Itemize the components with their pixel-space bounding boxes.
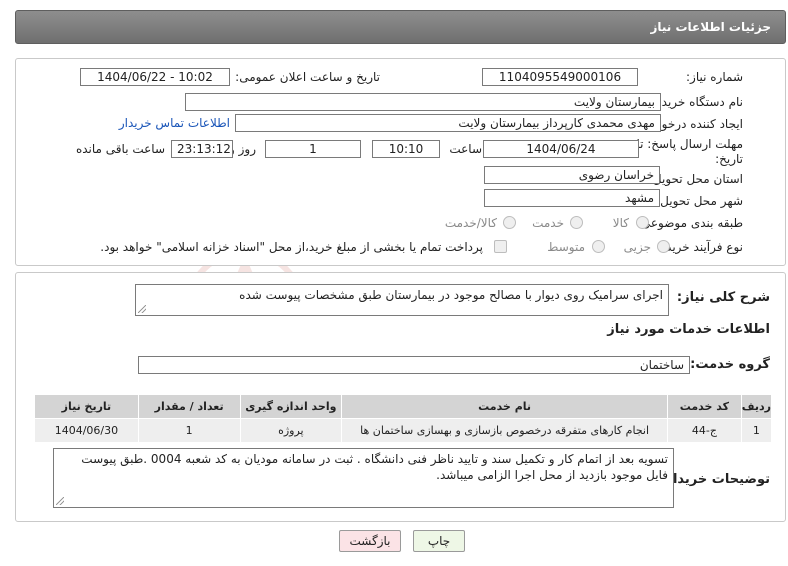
remaining-time-field: 23:13:12 xyxy=(171,140,233,158)
col-header-service-name: نام خدمت xyxy=(341,394,668,419)
page-header: جزئیات اطلاعات نیاز xyxy=(15,10,786,44)
need-summary-label: شرح کلی نیاز: xyxy=(676,290,770,305)
buyer-org-field: بیمارستان ولایت xyxy=(185,93,661,111)
deadline-date-field: 1404/06/24 xyxy=(483,140,639,158)
service-group-field: ساختمان xyxy=(138,356,690,374)
remaining-days-label: روز و xyxy=(229,142,256,156)
category-label: طبقه بندی موضوعی: xyxy=(636,216,743,230)
col-header-row-number: ردیف xyxy=(740,394,773,419)
category-radio-service[interactable] xyxy=(570,216,583,229)
process-option-medium: متوسط xyxy=(547,240,585,254)
treasury-payment-checkbox[interactable] xyxy=(494,240,507,253)
col-header-quantity: تعداد / مقدار xyxy=(137,394,241,419)
creator-field: مهدی محمدی کارپرداز بیمارستان ولایت xyxy=(235,114,661,132)
service-group-label: گروه خدمت: xyxy=(690,357,770,372)
col-header-need-date: تاریخ نیاز xyxy=(34,394,139,419)
need-info-panel xyxy=(15,58,786,266)
process-radio-medium[interactable] xyxy=(592,240,605,253)
table-header-row: ردیف کد خدمت نام خدمت واحد اندازه گیری ت… xyxy=(34,394,773,419)
deadline-label: مهلت ارسال پاسخ: تا xyxy=(636,137,743,151)
cell-service-name: انجام کارهای متفرقه درخصوص بازسازی و بهس… xyxy=(341,418,668,443)
cell-need-date: 1404/06/30 xyxy=(34,418,139,443)
need-summary-textarea[interactable]: اجرای سرامیک روی دیوار با مصالح موجود در… xyxy=(135,284,669,316)
page-title: جزئیات اطلاعات نیاز xyxy=(650,20,771,34)
services-section-title: اطلاعات خدمات مورد نیاز xyxy=(607,322,770,337)
category-radio-goods[interactable] xyxy=(636,216,649,229)
treasury-payment-note: پرداخت تمام یا بخشی از مبلغ خرید،از محل … xyxy=(100,240,483,254)
category-option-goods: کالا xyxy=(612,216,629,230)
buyer-notes-textarea[interactable]: تسویه بعد از اتمام کار و تکمیل سند و تای… xyxy=(53,448,674,508)
city-label: شهر محل تحویل: xyxy=(656,194,743,208)
need-number-field: 1104095549000106 xyxy=(482,68,638,86)
buyer-org-label: نام دستگاه خریدار: xyxy=(648,95,744,109)
cell-unit: پروژه xyxy=(239,418,343,443)
col-header-unit: واحد اندازه گیری xyxy=(239,394,343,419)
table-row: 1 ج-44 انجام کارهای متفرقه درخصوص بازساز… xyxy=(34,418,773,443)
cell-service-code: ج-44 xyxy=(666,418,742,443)
deadline-date-label: تاریخ: xyxy=(715,152,743,166)
col-header-service-code: کد خدمت xyxy=(666,394,742,419)
province-field: خراسان رضوی xyxy=(484,166,660,184)
process-type-label: نوع فرآیند خرید : xyxy=(658,240,743,254)
category-radio-goods-service[interactable] xyxy=(503,216,516,229)
need-summary-text: اجرای سرامیک روی دیوار با مصالح موجود در… xyxy=(239,288,663,302)
city-field: مشهد xyxy=(484,189,660,207)
resize-grip-icon[interactable] xyxy=(138,305,146,313)
cell-row-number: 1 xyxy=(740,418,773,443)
buyer-notes-label: توضیحات خریدار: xyxy=(660,472,770,487)
process-radio-minor[interactable] xyxy=(657,240,670,253)
process-option-minor: جزیی xyxy=(623,240,651,254)
cell-quantity: 1 xyxy=(137,418,241,443)
category-option-service: خدمت xyxy=(532,216,564,230)
province-label: استان محل تحویل: xyxy=(648,172,743,186)
remaining-time-label: ساعت باقی مانده xyxy=(75,142,165,156)
buyer-contact-link[interactable]: اطلاعات تماس خریدار xyxy=(119,116,230,130)
category-option-goods-service: کالا/خدمت xyxy=(444,216,497,230)
announce-datetime-label: تاریخ و ساعت اعلان عمومی: xyxy=(235,70,380,84)
buyer-notes-text: تسویه بعد از اتمام کار و تکمیل سند و تای… xyxy=(81,452,668,482)
announce-datetime-field: 1404/06/22 - 10:02 xyxy=(80,68,230,86)
resize-grip-icon[interactable] xyxy=(56,497,64,505)
need-number-label: شماره نیاز: xyxy=(686,70,743,84)
services-table: ردیف کد خدمت نام خدمت واحد اندازه گیری ت… xyxy=(34,394,773,443)
back-button[interactable]: بازگشت xyxy=(339,530,401,552)
deadline-time-label: ساعت xyxy=(449,142,482,156)
deadline-time-field: 10:10 xyxy=(372,140,440,158)
print-button[interactable]: چاپ xyxy=(413,530,465,552)
remaining-days-field: 1 xyxy=(265,140,361,158)
